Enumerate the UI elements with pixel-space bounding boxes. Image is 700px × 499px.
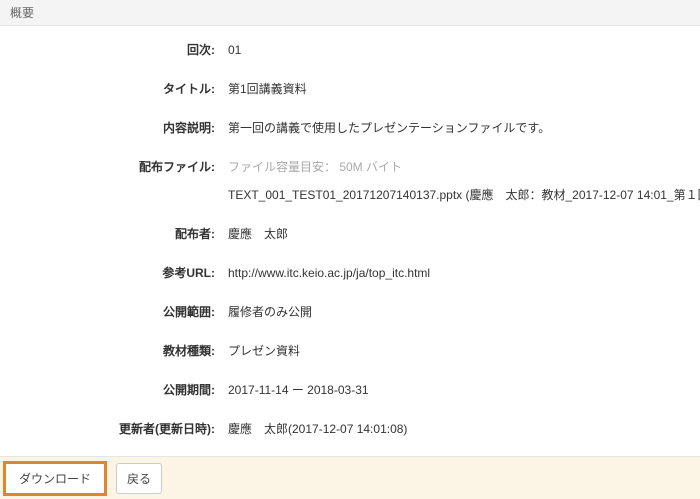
reference-url: http://www.itc.keio.ac.jp/ja/top_itc.htm… [215,266,700,281]
field-row-title: タイトル: 第1回講義資料 [0,82,700,97]
field-row-distributor: 配布者: 慶應 太郎 [0,227,700,242]
field-value: 2017-11-14 ー 2018-03-31 [215,383,700,398]
overview-page: 概要 回次: 01 タイトル: 第1回講義資料 内容説明: 第一回の講義で使用し… [0,0,700,499]
field-row-publish-scope: 公開範囲: 履修者のみ公開 [0,305,700,320]
field-value: 履修者のみ公開 [215,305,700,320]
file-name: TEXT_001_TEST01_20171207140137.pptx (慶應 … [228,188,700,203]
field-label: 参考URL: [0,266,215,281]
field-label: 回次: [0,43,215,58]
field-row-session: 回次: 01 [0,43,700,58]
field-value: 慶應 太郎(2017-12-07 14:01:08) [215,422,700,437]
panel-header: 概要 [0,0,700,26]
footer-action-bar: ダウンロード 戻る [0,456,700,499]
details-form: 回次: 01 タイトル: 第1回講義資料 内容説明: 第一回の講義で使用したプレ… [0,26,700,437]
field-value: 慶應 太郎 [215,227,700,242]
field-label: 公開範囲: [0,305,215,320]
page-title: 概要 [10,4,34,21]
field-row-material-type: 教材種類: プレゼン資料 [0,344,700,359]
file-size-hint: ファイル容量目安： 50M バイト [228,160,700,175]
field-value: プレゼン資料 [215,344,700,359]
field-value: 第一回の講義で使用したプレゼンテーションファイルです。 [215,121,700,136]
field-value: 第1回講義資料 [215,82,700,97]
field-value: ファイル容量目安： 50M バイト TEXT_001_TEST01_201712… [215,160,700,203]
field-label: タイトル: [0,82,215,97]
back-button[interactable]: 戻る [116,463,162,494]
field-label: 配布者: [0,227,215,242]
download-button[interactable]: ダウンロード [8,466,102,491]
field-value: 01 [215,43,700,58]
field-label: 更新者(更新日時): [0,422,215,437]
field-label: 配布ファイル: [0,160,215,203]
field-row-distributed-file: 配布ファイル: ファイル容量目安： 50M バイト TEXT_001_TEST0… [0,160,700,203]
click-highlight-box: ダウンロード [3,461,107,496]
field-label: 内容説明: [0,121,215,136]
field-label: 公開期間: [0,383,215,398]
field-row-updated-by: 更新者(更新日時): 慶應 太郎(2017-12-07 14:01:08) [0,422,700,437]
field-row-description: 内容説明: 第一回の講義で使用したプレゼンテーションファイルです。 [0,121,700,136]
field-row-publish-period: 公開期間: 2017-11-14 ー 2018-03-31 [0,383,700,398]
field-label: 教材種類: [0,344,215,359]
field-row-reference-url: 参考URL: http://www.itc.keio.ac.jp/ja/top_… [0,266,700,281]
